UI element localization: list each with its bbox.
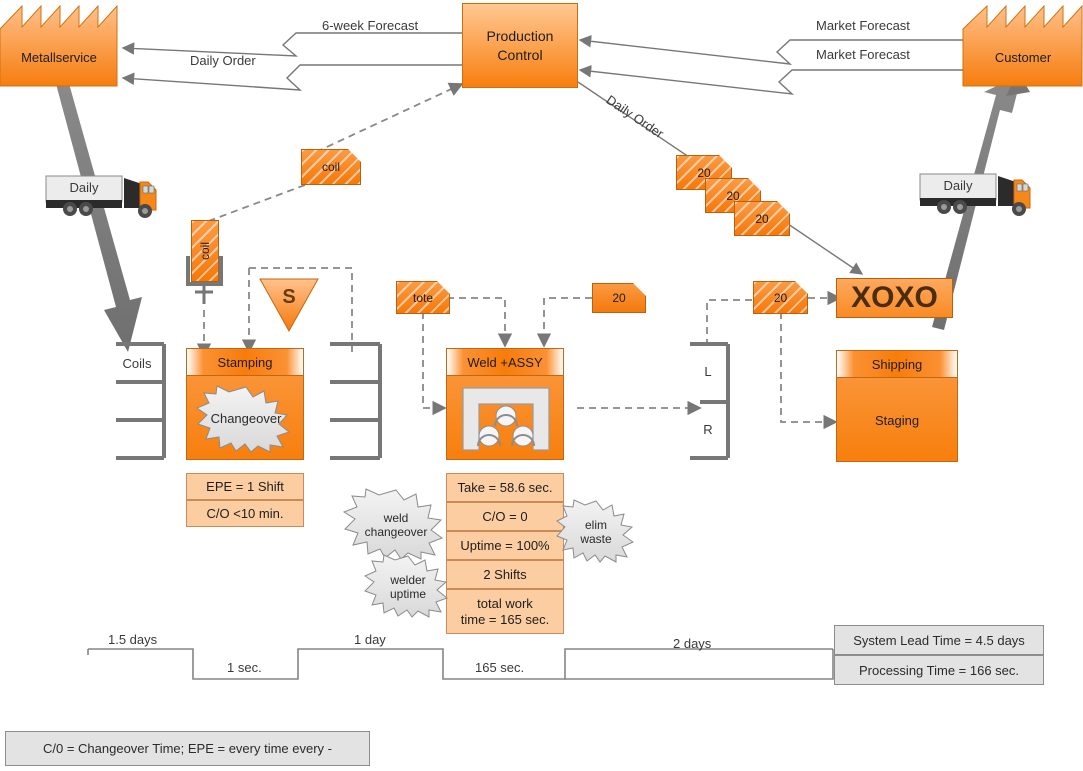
dash-shipcard-to-staging [780,312,838,430]
kanban-order-card-3[interactable]: 20 [734,201,790,236]
process-shipping-body: Staging [837,378,957,462]
kaizen-burst-welder-uptime[interactable]: welder uptime [363,554,452,619]
weld-data-takt: Take = 58.6 sec. [446,473,564,502]
supermarket-coils[interactable]: Coils [106,342,166,460]
kanban-post-icon [186,256,223,304]
kanban-card-tote[interactable]: tote [396,281,450,314]
kanban-card-weld-label: 20 [612,291,626,305]
kanban-order-card-1-label: 20 [697,165,711,180]
dash-tote-down [422,312,447,416]
supermarket-lr-bottom-label: R [703,422,713,437]
supermarket-lr-top-label: L [704,364,712,379]
process-shipping-body-label: Staging [874,412,920,428]
load-leveling-label: XOXO [851,281,938,314]
timeline-proc-1: 1 sec. [227,660,262,675]
supermarket-icon [330,342,382,460]
kanban-order-card-2-label: 20 [726,188,740,203]
kanban-card-shipping-label: 20 [773,290,788,305]
kanban-card-coil[interactable]: coil [301,149,361,185]
kaizen-burst-elim-waste[interactable]: elim waste [556,499,636,564]
weld-data-shifts: 2 Shifts [446,560,564,589]
kaizen-burst-changeover-label: Changeover [210,411,282,426]
timeline-lead-1: 1.5 days [108,632,158,647]
process-weld-assy[interactable]: Weld +ASSY [446,348,564,460]
label-6-week-forecast: 6-week Forecast [322,18,419,33]
factory-roof-icon [0,4,118,87]
label-market-forecast-top: Market Forecast [816,18,910,33]
label-market-forecast-bottom: Market Forecast [816,47,910,62]
production-control-label: Production Control [486,27,554,63]
production-control-box[interactable]: Production Control [462,3,578,88]
flow-daily-order-supplier [121,64,462,91]
summary-lead-time: System Lead Time = 4.5 days [834,625,1044,655]
supermarket-stamping-output[interactable] [328,342,386,460]
kanban-post-coil[interactable]: coil [182,218,227,310]
customer-name: Customer [994,50,1052,65]
u-cell-icon [462,387,550,451]
dash-coil-to-post [205,184,306,223]
kanban-order-card-3-label: 20 [755,211,769,226]
weld-data-total-work-time: total work time = 165 sec. [446,589,564,634]
kanban-card-tote-label: tote [412,290,433,305]
flow-6-week-forecast [121,32,462,57]
inbound-truck-label: Daily [69,180,99,195]
signal-kanban-triangle[interactable]: S [259,278,319,333]
supermarket-coils-label: Coils [122,356,152,371]
signal-kanban-label: S [282,286,296,308]
kaizen-burst-welder-uptime-label: welder uptime [389,573,427,601]
process-shipping-title: Shipping [837,351,957,378]
timeline-proc-2: 165 sec. [475,660,525,675]
kanban-card-shipping[interactable]: 20 [753,281,808,314]
process-weld-assy-body [447,376,563,460]
supermarket-icon [690,342,730,460]
weld-data-co: C/O = 0 [446,502,564,531]
stamping-data-co: C/O <10 min. [186,500,304,527]
factory-roof-icon [962,4,1083,87]
weld-data-uptime: Uptime = 100% [446,531,564,560]
timeline-sawtooth [87,648,834,680]
flow-market-forecast-bottom [578,64,964,95]
dash-tote-to-weld [447,297,513,348]
stamping-data-epe: EPE = 1 Shift [186,473,304,500]
load-leveling-box[interactable]: XOXO [836,278,953,318]
timeline-lead-2: 1 day [354,632,386,647]
dash-lr-to-shipcard [706,299,758,346]
supplier-name: Metallservice [21,50,97,65]
legend-box: C/0 = Changeover Time; EPE = every time … [5,731,370,766]
process-stamping-body: Changeover [187,376,303,460]
supermarket-lr[interactable]: L R [688,342,734,460]
customer-plant[interactable]: Customer [962,4,1083,87]
outbound-truck-label: Daily [943,178,973,193]
dash-20-to-weld [536,297,592,348]
process-shipping[interactable]: Shipping Staging [836,350,958,462]
kanban-card-coil-label: coil [321,160,340,174]
kaizen-burst-elim-waste-label: elim waste [580,518,612,546]
kaizen-burst-weld-changeover-label: weld changeover [364,511,428,539]
process-stamping-title: Stamping [187,349,303,376]
supplier-plant[interactable]: Metallservice [0,4,118,87]
kaizen-burst-weld-changeover[interactable]: weld changeover [342,488,450,560]
process-stamping[interactable]: Stamping Changeover [186,348,304,460]
label-daily-order-supplier: Daily Order [190,53,256,68]
process-weld-assy-title: Weld +ASSY [447,349,563,376]
value-stream-map-canvas: Metallservice Customer Production Contro… [0,0,1083,771]
summary-processing-time: Processing Time = 166 sec. [834,655,1044,685]
outbound-truck[interactable]: Daily [918,170,1034,218]
timeline-lead-3: 2 days [673,636,712,651]
dash-coil-to-control [315,82,464,153]
inbound-truck[interactable]: Daily [44,172,160,220]
